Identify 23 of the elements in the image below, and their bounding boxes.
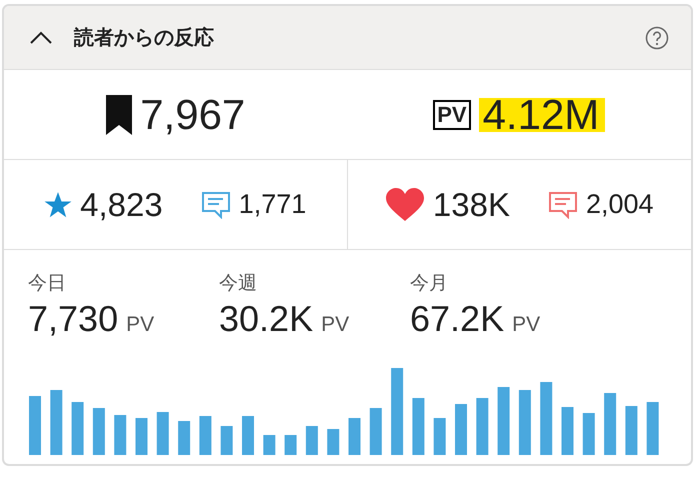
star-count: 4,823	[80, 186, 163, 224]
heart-count: 138K	[432, 186, 510, 224]
comment-icon	[548, 190, 578, 218]
comment-count: 1,771	[238, 189, 306, 220]
comment-count: 2,004	[586, 189, 654, 220]
unit-label: PV	[126, 313, 154, 337]
period-value: 67.2K	[410, 298, 504, 340]
pageview-count: 4.12M	[478, 98, 606, 132]
period-label: 今月	[410, 271, 449, 296]
unit-label: PV	[512, 313, 540, 337]
pv-badge: PV	[433, 100, 471, 130]
bookmark-icon	[106, 94, 132, 134]
period-label: 今日	[28, 271, 67, 296]
help-icon[interactable]	[645, 26, 669, 50]
panel-title: 読者からの反応	[74, 24, 215, 51]
period-label: 今週	[219, 271, 258, 296]
period-value: 30.2K	[219, 298, 314, 340]
period-value: 7,730	[28, 298, 118, 340]
star-icon	[44, 190, 72, 218]
heart-icon	[384, 188, 425, 222]
bookmark-count: 7,967	[140, 90, 246, 138]
comment-icon	[200, 190, 231, 218]
unit-label: PV	[321, 313, 350, 337]
